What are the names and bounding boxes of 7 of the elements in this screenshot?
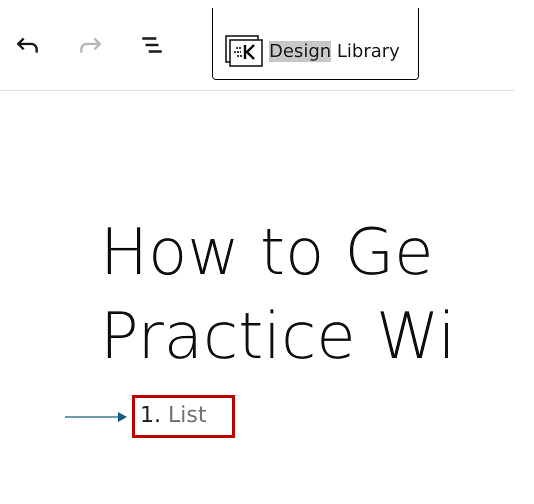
library-logo-icon bbox=[225, 35, 263, 67]
post-title-line[interactable]: How to Ge bbox=[100, 211, 434, 295]
design-library-button[interactable]: Design Library bbox=[212, 8, 419, 80]
post-title-line[interactable]: Practice Wi bbox=[100, 295, 456, 379]
button-label: Design Library bbox=[269, 40, 400, 64]
pointer-arrow bbox=[65, 412, 127, 422]
list-block[interactable]: 1. List bbox=[132, 395, 236, 438]
